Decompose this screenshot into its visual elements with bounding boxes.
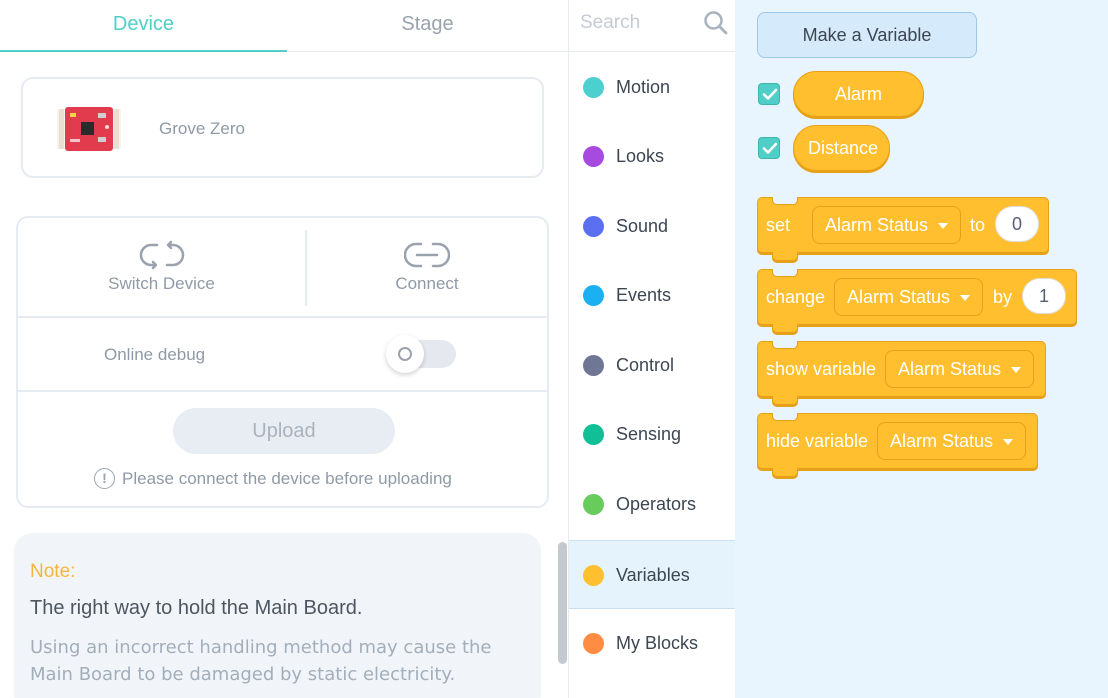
set-variable-block[interactable]: set Alarm Status to 0 — [757, 197, 1049, 261]
note-title: Note: — [30, 561, 76, 582]
value-input[interactable]: 0 — [995, 206, 1039, 242]
online-debug-row: Online debug — [18, 318, 547, 392]
search-box[interactable]: Search — [569, 0, 736, 52]
info-icon: ! — [94, 468, 115, 489]
category-label: Events — [616, 285, 672, 305]
category-label: My Blocks — [616, 633, 699, 653]
category-looks[interactable]: Looks — [569, 122, 735, 191]
block-text: by — [993, 287, 1013, 307]
check-icon — [762, 88, 778, 100]
block-text: show variable — [766, 359, 877, 379]
category-operators[interactable]: Operators — [569, 470, 735, 539]
variable-dropdown[interactable]: Alarm Status — [834, 278, 984, 316]
control-dot — [583, 355, 604, 376]
category-label: Variables — [616, 565, 690, 585]
check-icon — [762, 142, 778, 154]
device-actions: Switch Device Connect — [18, 218, 547, 318]
hide-variable-block[interactable]: hide variable Alarm Status — [757, 413, 1038, 477]
caret-down-icon — [1011, 367, 1022, 374]
change-variable-block[interactable]: change Alarm Status by 1 — [757, 269, 1077, 333]
category-menu: Search Motion Looks Sound Events Control… — [568, 0, 736, 698]
caret-down-icon — [938, 223, 949, 230]
category-sensing[interactable]: Sensing — [569, 400, 735, 469]
connect-icon — [404, 242, 450, 268]
note-heading: The right way to hold the Main Board. — [30, 597, 363, 619]
events-dot — [583, 285, 604, 306]
sensing-dot — [583, 424, 604, 445]
block-text: change — [766, 287, 826, 307]
panel-tabs: Device Stage — [0, 0, 568, 52]
category-label: Operators — [616, 494, 697, 514]
connect-label: Connect — [395, 274, 459, 293]
block-text: set — [766, 215, 791, 235]
device-controls: Switch Device Connect Online debug Uploa… — [16, 216, 549, 508]
category-sound[interactable]: Sound — [569, 192, 735, 261]
switch-device-icon — [139, 240, 184, 270]
dropdown-value: Alarm Status — [890, 431, 994, 451]
block-text: to — [970, 215, 986, 235]
category-label: Sound — [616, 216, 669, 236]
tab-stage[interactable]: Stage — [287, 0, 568, 52]
operators-dot — [583, 494, 604, 515]
block-palette: Make a Variable Alarm Status Distance se… — [735, 0, 1108, 698]
search-icon[interactable] — [703, 10, 729, 36]
online-debug-label: Online debug — [104, 345, 206, 364]
device-card[interactable]: Grove Zero — [21, 77, 544, 178]
upload-button[interactable]: Upload — [173, 408, 395, 454]
variable-dropdown[interactable]: Alarm Status — [885, 350, 1035, 388]
block-text: hide variable — [766, 431, 869, 451]
connect-button[interactable]: Connect — [307, 218, 547, 318]
variable-dropdown[interactable]: Alarm Status — [877, 422, 1027, 460]
grove-zero-board-image — [57, 107, 121, 151]
caret-down-icon — [1003, 439, 1014, 446]
category-variables[interactable]: Variables — [569, 540, 735, 609]
device-name: Grove Zero — [159, 119, 245, 138]
variable-dropdown[interactable]: Alarm Status — [812, 206, 962, 244]
left-panel-scrollbar[interactable] — [558, 542, 567, 664]
variable-reporter-alarm-status[interactable]: Alarm Status — [793, 71, 924, 148]
dropdown-value: Alarm Status — [847, 287, 951, 307]
search-input[interactable]: Search — [580, 12, 640, 34]
category-label: Motion — [616, 77, 671, 97]
caret-down-icon — [960, 295, 971, 302]
category-label: Control — [616, 355, 675, 375]
note-body: Using an incorrect handling method may c… — [30, 637, 492, 685]
note-card: Note: The right way to hold the Main Boa… — [14, 533, 541, 698]
switch-device-label: Switch Device — [108, 274, 215, 293]
category-events[interactable]: Events — [569, 261, 735, 330]
motion-dot — [583, 77, 604, 98]
variable-reporter-distance[interactable]: Distance — [793, 125, 890, 171]
looks-dot — [583, 146, 604, 167]
upload-hint-text: Please connect the device before uploadi… — [122, 468, 452, 488]
toggle-knob — [386, 335, 424, 373]
sound-dot — [583, 216, 604, 237]
variable-checkbox-alarm-status[interactable] — [758, 83, 780, 105]
category-motion[interactable]: Motion — [569, 53, 735, 122]
show-variable-block[interactable]: show variable Alarm Status — [757, 341, 1046, 405]
value-input[interactable]: 1 — [1022, 278, 1066, 314]
my-blocks-dot — [583, 633, 604, 654]
category-label: Looks — [616, 146, 665, 166]
variable-checkbox-distance[interactable] — [758, 137, 780, 159]
category-my-blocks[interactable]: My Blocks — [569, 609, 735, 678]
dropdown-value: Alarm Status — [898, 359, 1002, 379]
device-panel: Device Stage Grove Zero Switch Device Co… — [0, 0, 568, 698]
online-debug-toggle[interactable] — [386, 335, 456, 373]
dropdown-value: Alarm Status — [825, 215, 929, 235]
switch-device-button[interactable]: Switch Device — [18, 218, 305, 318]
tab-device[interactable]: Device — [0, 0, 287, 52]
variables-dot — [583, 565, 604, 586]
upload-hint: ! Please connect the device before uploa… — [94, 468, 452, 489]
category-control[interactable]: Control — [569, 331, 735, 400]
make-variable-button[interactable]: Make a Variable — [757, 12, 977, 58]
category-label: Sensing — [616, 424, 682, 444]
